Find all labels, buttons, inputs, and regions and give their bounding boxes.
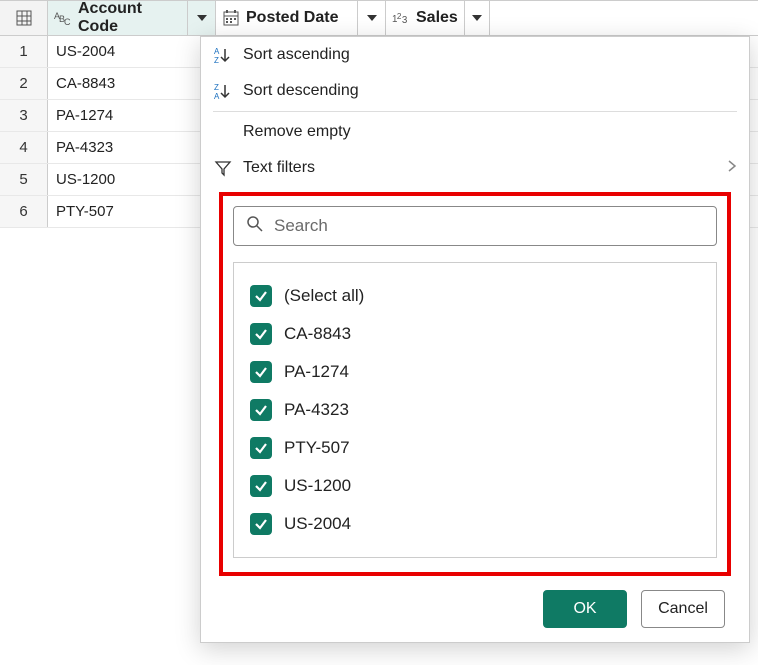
sort-ascending-item[interactable]: AZ Sort ascending xyxy=(201,37,749,73)
row-number: 3 xyxy=(0,100,48,131)
chevron-down-icon xyxy=(471,12,483,24)
checkbox-checked-icon[interactable] xyxy=(250,437,272,459)
button-label: OK xyxy=(573,600,596,618)
number-type-icon: 123 xyxy=(392,9,410,27)
column-label: Account Code xyxy=(78,0,181,36)
column-header-posted-date[interactable]: Posted Date xyxy=(216,1,386,35)
filter-search-input[interactable] xyxy=(274,216,704,236)
filter-option[interactable]: CA-8843 xyxy=(250,315,700,353)
row-number: 5 xyxy=(0,164,48,195)
remove-empty-item[interactable]: Remove empty xyxy=(201,114,749,150)
filter-search-box[interactable] xyxy=(233,206,717,246)
filter-option-label: CA-8843 xyxy=(284,324,351,344)
checkbox-checked-icon[interactable] xyxy=(250,285,272,307)
column-filter-panel: AZ Sort ascending ZA Sort descending Rem… xyxy=(200,36,750,643)
ok-button[interactable]: OK xyxy=(543,590,627,628)
row-number: 2 xyxy=(0,68,48,99)
panel-button-row: OK Cancel xyxy=(201,576,749,628)
column-filter-button-posted-date[interactable] xyxy=(357,1,385,35)
filter-option-label: US-1200 xyxy=(284,476,351,496)
cell-account-code[interactable]: CA-8843 xyxy=(48,68,216,99)
sort-ascending-icon: AZ xyxy=(213,45,233,65)
menu-label: Remove empty xyxy=(243,123,351,141)
filter-values-highlight: (Select all) CA-8843 PA-1274 PA-4323 PTY-507… xyxy=(219,192,731,576)
filter-option-label: (Select all) xyxy=(284,286,364,306)
chevron-right-icon xyxy=(727,159,737,178)
table-icon xyxy=(15,9,33,27)
row-number: 4 xyxy=(0,132,48,163)
filter-option-label: PA-1274 xyxy=(284,362,349,382)
chevron-down-icon xyxy=(196,12,208,24)
svg-text:C: C xyxy=(64,17,71,27)
checkbox-checked-icon[interactable] xyxy=(250,475,272,497)
svg-text:A: A xyxy=(214,47,220,56)
cell-account-code[interactable]: PTY-507 xyxy=(48,196,216,227)
text-type-icon: ABC xyxy=(54,9,72,27)
checkbox-checked-icon[interactable] xyxy=(250,323,272,345)
sort-descending-icon: ZA xyxy=(213,81,233,101)
checkbox-checked-icon[interactable] xyxy=(250,361,272,383)
row-number-header[interactable] xyxy=(0,1,48,35)
column-filter-button-account-code[interactable] xyxy=(187,1,215,35)
cell-account-code[interactable]: US-1200 xyxy=(48,164,216,195)
search-icon xyxy=(246,215,264,238)
filter-option[interactable]: PA-1274 xyxy=(250,353,700,391)
column-filter-button-sales[interactable] xyxy=(464,1,489,35)
filter-icon xyxy=(213,158,233,178)
filter-option-label: PTY-507 xyxy=(284,438,350,458)
row-number: 1 xyxy=(0,36,48,67)
filter-option[interactable]: PTY-507 xyxy=(250,429,700,467)
filter-option-label: PA-4323 xyxy=(284,400,349,420)
cell-account-code[interactable]: US-2004 xyxy=(48,36,216,67)
svg-text:Z: Z xyxy=(214,83,219,92)
column-header-sales[interactable]: 123 Sales xyxy=(386,1,490,35)
column-label: Sales xyxy=(416,9,458,27)
row-number: 6 xyxy=(0,196,48,227)
filter-option[interactable]: (Select all) xyxy=(250,277,700,315)
filter-option[interactable]: PA-4323 xyxy=(250,391,700,429)
menu-label: Text filters xyxy=(243,159,315,177)
text-filters-item[interactable]: Text filters xyxy=(201,150,749,186)
menu-label: Sort ascending xyxy=(243,46,350,64)
date-type-icon xyxy=(222,9,240,27)
filter-option[interactable]: US-2004 xyxy=(250,505,700,543)
button-label: Cancel xyxy=(658,600,708,618)
menu-label: Sort descending xyxy=(243,82,359,100)
column-label: Posted Date xyxy=(246,9,338,27)
sort-descending-item[interactable]: ZA Sort descending xyxy=(201,73,749,109)
svg-text:3: 3 xyxy=(402,15,408,26)
svg-text:Z: Z xyxy=(214,56,219,64)
chevron-down-icon xyxy=(366,12,378,24)
cell-account-code[interactable]: PA-1274 xyxy=(48,100,216,131)
column-header-account-code[interactable]: ABC Account Code xyxy=(48,1,216,35)
cancel-button[interactable]: Cancel xyxy=(641,590,725,628)
filter-options-list: (Select all) CA-8843 PA-1274 PA-4323 PTY-507… xyxy=(233,262,717,558)
table-header-row: ABC Account Code Posted Date 123 Sales xyxy=(0,0,758,36)
cell-account-code[interactable]: PA-4323 xyxy=(48,132,216,163)
filter-option[interactable]: US-1200 xyxy=(250,467,700,505)
checkbox-checked-icon[interactable] xyxy=(250,513,272,535)
menu-separator xyxy=(213,111,737,112)
svg-text:A: A xyxy=(214,92,220,100)
checkbox-checked-icon[interactable] xyxy=(250,399,272,421)
filter-option-label: US-2004 xyxy=(284,514,351,534)
